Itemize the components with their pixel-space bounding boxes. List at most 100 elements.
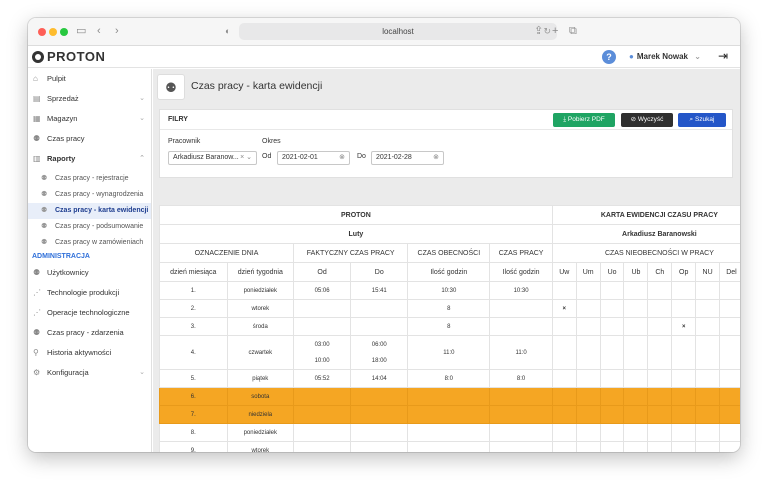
employee-value: Arkadiusz Baranow... [173,154,239,161]
maximize-window-button[interactable] [60,28,68,36]
app-logo[interactable]: PROTON [32,49,105,64]
date-from-value: 2021-02-01 [282,154,318,161]
absence-cell [623,387,649,406]
sidebar-item-label: Historia aktywności [47,348,112,357]
download-pdf-button[interactable]: ⤓ Pobierz PDF [553,113,615,127]
privacy-shield-icon[interactable]: ◐ [225,24,230,38]
absence-cell [671,369,697,388]
absence-code-header: Ub [623,262,649,282]
search-button[interactable]: ⌕ Szukaj [678,113,726,127]
absence-cell [695,317,721,336]
sidebar-subitem-wynagrodzenia[interactable]: ⚉ Czas pracy - wynagrodzenia [28,187,151,203]
users-icon: ⚉ [41,175,48,182]
sidebar-item-czas-pracy[interactable]: ⚉ Czas pracy [28,129,151,149]
forward-icon[interactable]: › [115,24,119,38]
absence-cell [575,317,601,336]
absence-cell [599,387,625,406]
chevron-down-icon: ⌄ [139,95,145,102]
day-of-week-cell: czwartek [226,335,295,370]
timesheet-card: PROTON KARTA EWIDENCJI CZASU PRACY Luty … [158,205,740,452]
absence-cell [695,335,721,370]
absence-code-header: Um [575,262,601,282]
sidebar-toggle-icon[interactable]: ▭ [76,24,86,38]
from-label: Od [262,153,272,160]
browser-window: ▭ ‹ › ◐ localhost ↻ ⇪ + ⧉ PROTON ? ● Mare… [28,18,740,452]
sidebar-item-pulpit[interactable]: ⌂ Pulpit [28,69,151,89]
absence-cell [623,299,649,318]
share-icon[interactable]: ⇪ [534,24,543,38]
users-icon: ⚉ [33,134,41,143]
date-to-input[interactable]: 2021-02-28 ⊗ [371,151,444,165]
to-time-2: 18:00 [371,357,387,364]
absence-cell [575,423,601,442]
month-name: Luty [159,224,553,244]
sidebar-subitem-rejestracje[interactable]: ⚉ Czas pracy - rejestracje [28,171,151,187]
to-time-cell [350,405,409,424]
sidebar-item-historia[interactable]: ⚲ Historia aktywności [28,343,151,363]
sidebar-item-operacje[interactable]: ⋰ Operacje technologiczne [28,303,151,323]
sidebar-item-technologie[interactable]: ⋰ Technologie produkcji [28,283,151,303]
minimize-window-button[interactable] [49,28,57,36]
clear-date-icon[interactable]: ⊗ [433,152,439,164]
sidebar-item-label: Konfiguracja [47,368,89,377]
date-from-input[interactable]: 2021-02-01 ⊗ [277,151,350,165]
pdf-button-label: Pobierz PDF [567,116,605,123]
sidebar-item-raporty[interactable]: ▥ Raporty ⌃ [28,149,151,169]
sidebar-subitem-podsumowanie[interactable]: ⚉ Czas pracy - podsumowanie [28,219,151,235]
work-hours-cell [489,423,553,442]
sidebar-item-label: Pulpit [47,74,66,83]
address-bar[interactable]: localhost ↻ [239,23,557,40]
back-icon[interactable]: ‹ [97,24,101,38]
clear-date-icon[interactable]: ⊗ [339,152,345,164]
absence-cell [719,335,740,370]
from-time-cell: 05:06 [293,281,352,300]
presence-hours-cell: 10:30 [407,281,491,300]
sidebar-subitem-karta-ewidencji[interactable]: ⚉ Czas pracy - karta ewidencji [28,203,151,219]
presence-hours-cell [407,405,491,424]
subheader-presence-hours: Ilość godzin [407,262,491,282]
absence-cell [695,369,721,388]
day-of-month-cell: 5. [159,369,228,388]
reload-icon[interactable]: ↻ [543,23,551,40]
tabs-overview-icon[interactable]: ⧉ [569,24,577,38]
subheader-to: Do [350,262,409,282]
chevron-up-icon: ⌃ [139,155,145,162]
from-time-cell [293,317,352,336]
header-day-label: OZNACZENIE DNIA [158,243,295,263]
from-time-cell [293,299,352,318]
document-icon: ▤ [33,94,41,103]
clear-button[interactable]: ⊘ Wyczyść [621,113,673,127]
chevron-down-icon: ⌄ [139,115,145,122]
absence-cell [695,441,721,452]
sidebar-item-sprzedaz[interactable]: ▤ Sprzedaż ⌄ [28,89,151,109]
help-icon[interactable]: ? [602,50,616,64]
sidebar-item-label: Czas pracy - zdarzenia [47,328,124,337]
sidebar-subitem-label: Czas pracy w zamówieniach [55,239,144,246]
header-actual-time: FAKTYCZNY CZAS PRACY [293,243,409,263]
sidebar-item-zdarzenia[interactable]: ⚉ Czas pracy - zdarzenia [28,323,151,343]
absence-cell [647,423,673,442]
timesheet-table: PROTON KARTA EWIDENCJI CZASU PRACY Luty … [158,205,740,452]
logout-icon[interactable]: ⇥ [718,49,728,63]
employee-select[interactable]: Arkadiusz Baranow... × ⌄ [168,151,257,165]
close-window-button[interactable] [38,28,46,36]
sidebar-item-label: Operacje technologiczne [47,308,130,317]
new-tab-icon[interactable]: + [552,24,558,38]
page-title: Czas pracy - karta ewidencji [191,80,323,92]
clear-selection-icon[interactable]: × ⌄ [240,152,252,164]
sidebar-item-uzytkownicy[interactable]: ⚉ Użytkownicy [28,263,151,283]
presence-hours-cell [407,423,491,442]
work-hours-cell [489,405,553,424]
absence-cell [623,317,649,336]
sidebar-subitem-zamowienia[interactable]: ⚉ Czas pracy w zamówieniach [28,235,151,251]
app-header: PROTON ? ● Marek Nowak ⌄ ⇥ [28,46,740,68]
sidebar-subitem-label: Czas pracy - wynagrodzenia [55,191,144,198]
header-absence-time: CZAS NIEOBECNOŚCI W PRACY [551,243,740,263]
from-time-cell [293,387,352,406]
sidebar-item-magazyn[interactable]: ▦ Magazyn ⌄ [28,109,151,129]
sidebar-item-konfiguracja[interactable]: ⚙ Konfiguracja ⌄ [28,363,151,383]
absence-cell [647,335,673,370]
day-of-week-cell: środa [226,317,295,336]
user-menu[interactable]: ● Marek Nowak ⌄ [629,52,701,61]
absence-cell [575,281,601,300]
